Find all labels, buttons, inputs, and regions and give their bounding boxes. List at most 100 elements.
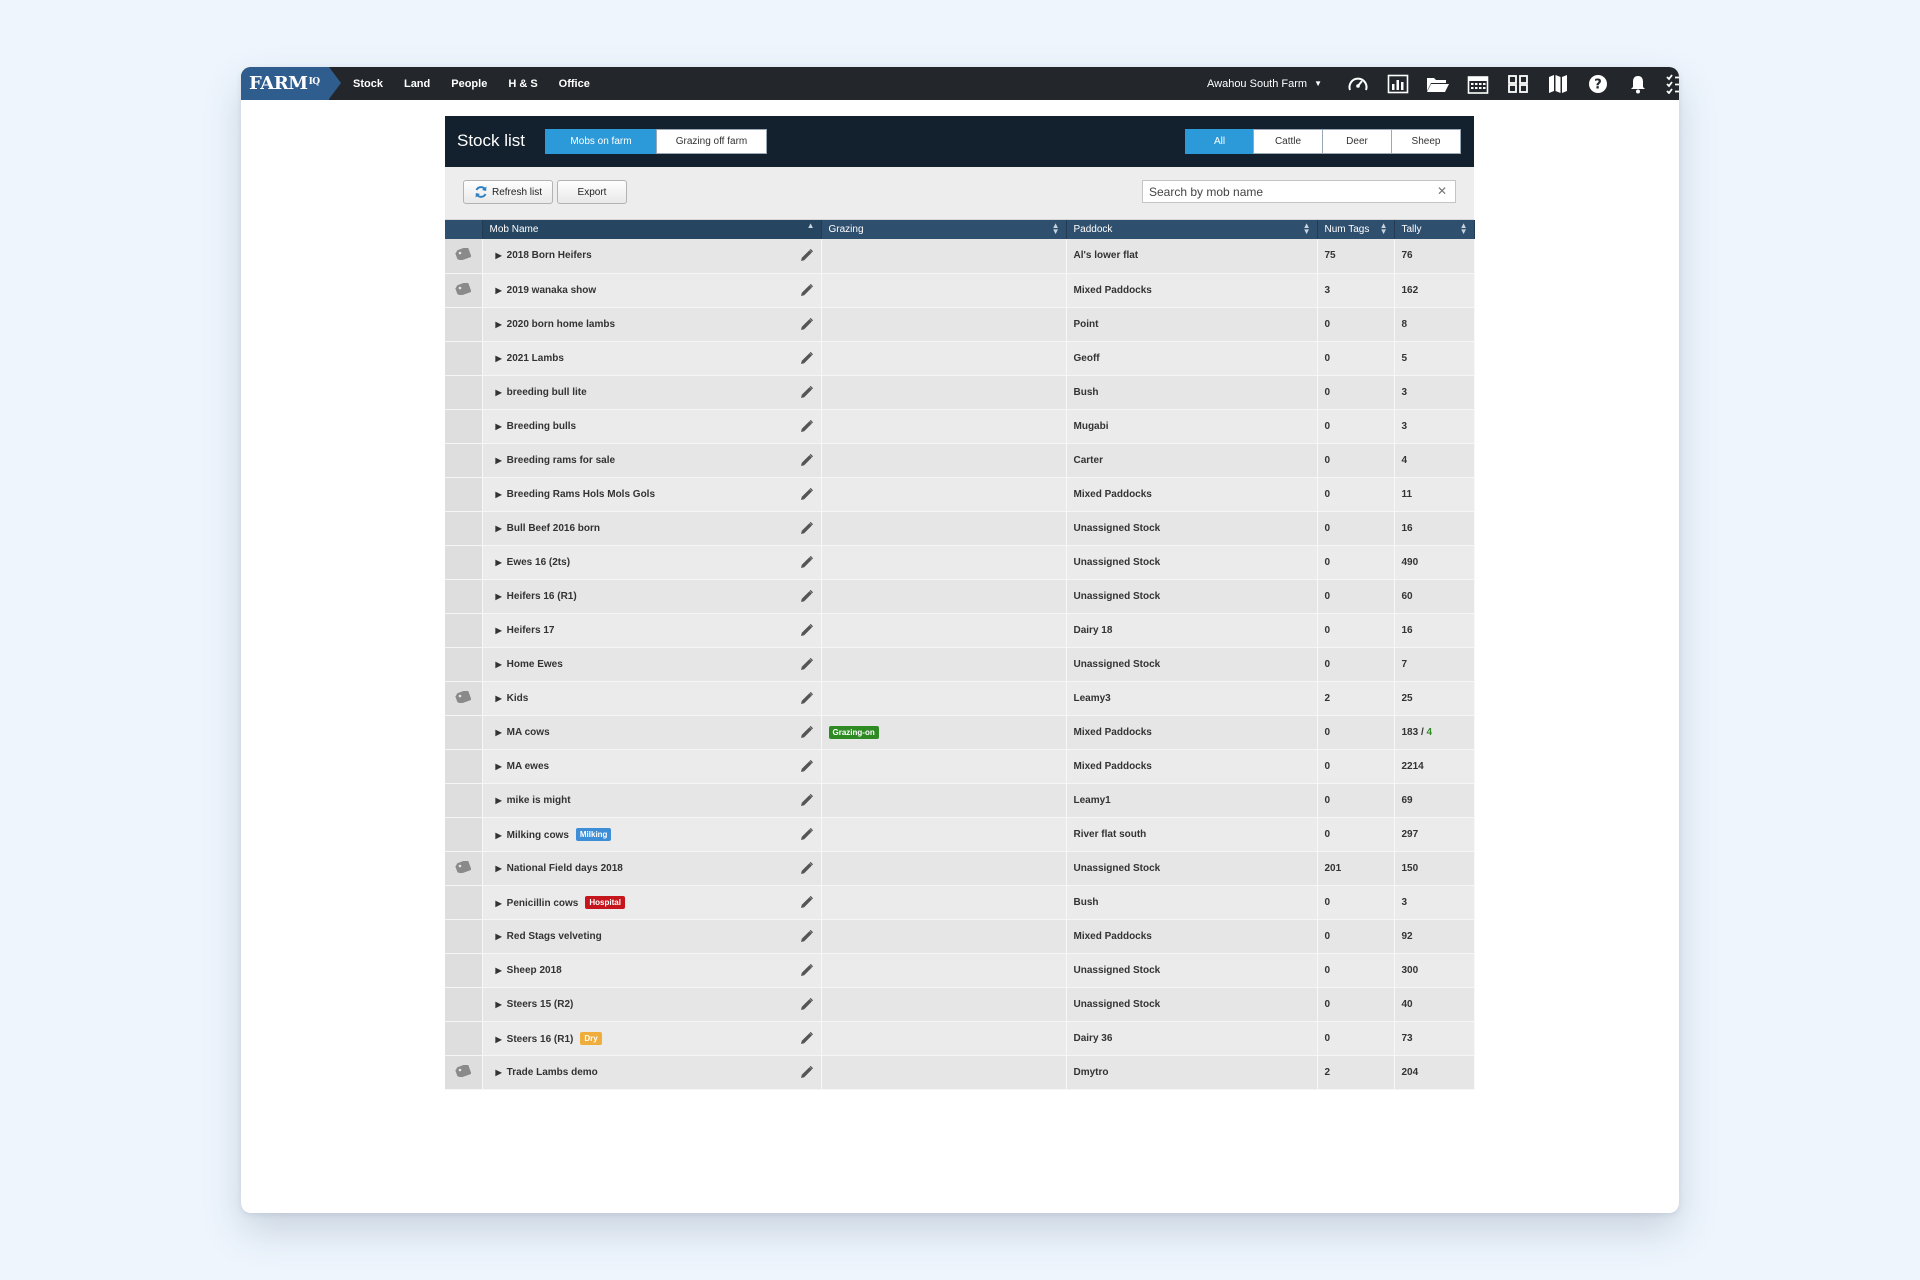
mob-name-cell[interactable]: ▶ Bull Beef 2016 born	[482, 511, 822, 546]
calendar-icon[interactable]	[1458, 74, 1498, 94]
table-row[interactable]: ▶ Red Stags velveting Mixed Paddocks 0 92	[445, 919, 1475, 954]
col-header-tally[interactable]: Tally ▲ ▼	[1394, 220, 1475, 239]
table-row[interactable]: ▶ Breeding rams for sale Carter 0 4	[445, 443, 1475, 478]
nav-health-safety[interactable]: H & S	[508, 78, 537, 90]
mob-name[interactable]: Kids	[507, 693, 529, 704]
table-row[interactable]: ▶ 2019 wanaka show Mixed Paddocks 3 162	[445, 273, 1475, 308]
expand-arrow-icon[interactable]: ▶	[496, 1068, 502, 1077]
table-row[interactable]: ▶ Ewes 16 (2ts) Unassigned Stock 0 490	[445, 545, 1475, 580]
mob-name-cell[interactable]: ▶ Trade Lambs demo	[482, 1055, 822, 1090]
help-icon[interactable]: ?	[1578, 74, 1618, 94]
tag-icon[interactable]	[455, 246, 472, 263]
mob-name-cell[interactable]: ▶ Steers 15 (R2)	[482, 987, 822, 1022]
mob-name[interactable]: MA ewes	[507, 761, 549, 772]
mob-name-cell[interactable]: ▶ Red Stags velveting	[482, 919, 822, 954]
edit-pencil-icon[interactable]	[800, 929, 813, 946]
mob-name[interactable]: Home Ewes	[507, 659, 563, 670]
mob-name-cell[interactable]: ▶ 2021 Lambs	[482, 341, 822, 376]
edit-pencil-icon[interactable]	[800, 248, 813, 265]
mob-name-cell[interactable]: ▶ Home Ewes	[482, 647, 822, 682]
refresh-list-button[interactable]: Refresh list	[463, 180, 553, 204]
mob-name-cell[interactable]: ▶ Ewes 16 (2ts)	[482, 545, 822, 580]
tag-icon[interactable]	[455, 1062, 472, 1080]
mob-name[interactable]: Trade Lambs demo	[507, 1067, 598, 1078]
mob-name-cell[interactable]: ▶ Breeding Rams Hols Mols Gols	[482, 477, 822, 512]
filter-cattle[interactable]: Cattle	[1253, 129, 1323, 154]
expand-arrow-icon[interactable]: ▶	[496, 251, 502, 260]
folder-icon[interactable]	[1418, 75, 1458, 93]
tag-icon[interactable]	[455, 858, 472, 876]
mob-name[interactable]: Penicillin cows	[507, 898, 579, 909]
table-row[interactable]: ▶ Bull Beef 2016 born Unassigned Stock 0 16	[445, 511, 1475, 546]
mob-name[interactable]: 2020 born home lambs	[507, 319, 615, 330]
mob-name-cell[interactable]: ▶ 2020 born home lambs	[482, 307, 822, 342]
expand-arrow-icon[interactable]: ▶	[496, 592, 502, 601]
col-header-grazing[interactable]: Grazing ▲ ▼	[821, 220, 1067, 239]
table-row[interactable]: ▶ 2018 Born Heifers Al's lower flat 75 76	[445, 239, 1475, 274]
expand-arrow-icon[interactable]: ▶	[496, 354, 502, 363]
mob-name[interactable]: Steers 15 (R2)	[507, 999, 574, 1010]
mob-name-cell[interactable]: ▶ MA cows	[482, 715, 822, 750]
mob-name[interactable]: Breeding bulls	[507, 421, 576, 432]
task-list-icon[interactable]	[1658, 73, 1679, 94]
mob-name-cell[interactable]: ▶ Heifers 16 (R1)	[482, 579, 822, 614]
table-row[interactable]: ▶ Penicillin cows Hospital Bush 0 3	[445, 885, 1475, 920]
expand-arrow-icon[interactable]: ▶	[496, 762, 502, 771]
edit-pencil-icon[interactable]	[800, 793, 813, 810]
mob-name-cell[interactable]: ▶ Heifers 17	[482, 613, 822, 648]
mob-name-cell[interactable]: ▶ breeding bull lite	[482, 375, 822, 410]
expand-arrow-icon[interactable]: ▶	[496, 490, 502, 499]
mob-name[interactable]: Breeding Rams Hols Mols Gols	[507, 489, 655, 500]
expand-arrow-icon[interactable]: ▶	[496, 932, 502, 941]
mob-name-cell[interactable]: ▶ MA ewes	[482, 749, 822, 784]
grid-icon[interactable]	[1498, 74, 1538, 94]
mob-name-cell[interactable]: ▶ Breeding rams for sale	[482, 443, 822, 478]
edit-pencil-icon[interactable]	[800, 351, 813, 368]
mob-name-cell[interactable]: ▶ mike is might	[482, 783, 822, 818]
mob-name-cell[interactable]: ▶ Milking cows Milking	[482, 817, 822, 852]
col-header-paddock[interactable]: Paddock ▲ ▼	[1066, 220, 1318, 239]
tag-icon[interactable]	[455, 280, 472, 298]
edit-pencil-icon[interactable]	[800, 691, 813, 708]
table-row[interactable]: ▶ Breeding bulls Mugabi 0 3	[445, 409, 1475, 444]
table-row[interactable]: ▶ Steers 16 (R1) Dry Dairy 36 0 73	[445, 1021, 1475, 1056]
reports-chart-icon[interactable]	[1378, 74, 1418, 94]
table-row[interactable]: ▶ Milking cows Milking River flat south 0 297	[445, 817, 1475, 852]
mob-name[interactable]: MA cows	[507, 727, 550, 738]
tag-icon[interactable]	[455, 688, 472, 706]
mob-name[interactable]: Milking cows	[507, 830, 569, 841]
search-input[interactable]	[1143, 181, 1419, 202]
mob-name-cell[interactable]: ▶ Breeding bulls	[482, 409, 822, 444]
table-row[interactable]: ▶ Steers 15 (R2) Unassigned Stock 0 40	[445, 987, 1475, 1022]
expand-arrow-icon[interactable]: ▶	[496, 899, 502, 908]
expand-arrow-icon[interactable]: ▶	[496, 660, 502, 669]
edit-pencil-icon[interactable]	[800, 725, 813, 742]
table-row[interactable]: ▶ Home Ewes Unassigned Stock 0 7	[445, 647, 1475, 682]
edit-pencil-icon[interactable]	[800, 487, 813, 504]
export-button[interactable]: Export	[557, 180, 627, 204]
table-row[interactable]: ▶ 2020 born home lambs Point 0 8	[445, 307, 1475, 342]
mob-name[interactable]: Steers 16 (R1)	[507, 1034, 574, 1045]
table-row[interactable]: ▶ National Field days 2018 Unassigned Stoc…	[445, 851, 1475, 886]
expand-arrow-icon[interactable]: ▶	[496, 524, 502, 533]
edit-pencil-icon[interactable]	[800, 827, 813, 844]
expand-arrow-icon[interactable]: ▶	[496, 1000, 502, 1009]
mob-name-cell[interactable]: ▶ 2018 Born Heifers	[482, 239, 822, 274]
clear-search-icon[interactable]: ✕	[1437, 184, 1447, 198]
mob-name[interactable]: Red Stags velveting	[507, 931, 602, 942]
nav-people[interactable]: People	[451, 78, 487, 90]
mob-name[interactable]: Heifers 17	[507, 625, 555, 636]
mob-name[interactable]: Bull Beef 2016 born	[507, 523, 600, 534]
expand-arrow-icon[interactable]: ▶	[496, 626, 502, 635]
mob-name-cell[interactable]: ▶ Sheep 2018	[482, 953, 822, 988]
table-row[interactable]: ▶ Heifers 16 (R1) Unassigned Stock 0 60	[445, 579, 1475, 614]
expand-arrow-icon[interactable]: ▶	[496, 388, 502, 397]
mob-name[interactable]: Sheep 2018	[507, 965, 562, 976]
edit-pencil-icon[interactable]	[800, 521, 813, 538]
farm-selector[interactable]: Awahou South Farm ▼	[1207, 67, 1322, 100]
expand-arrow-icon[interactable]: ▶	[496, 864, 502, 873]
expand-arrow-icon[interactable]: ▶	[496, 1035, 502, 1044]
edit-pencil-icon[interactable]	[800, 419, 813, 436]
mob-name-cell[interactable]: ▶ National Field days 2018	[482, 851, 822, 886]
nav-land[interactable]: Land	[404, 78, 430, 90]
